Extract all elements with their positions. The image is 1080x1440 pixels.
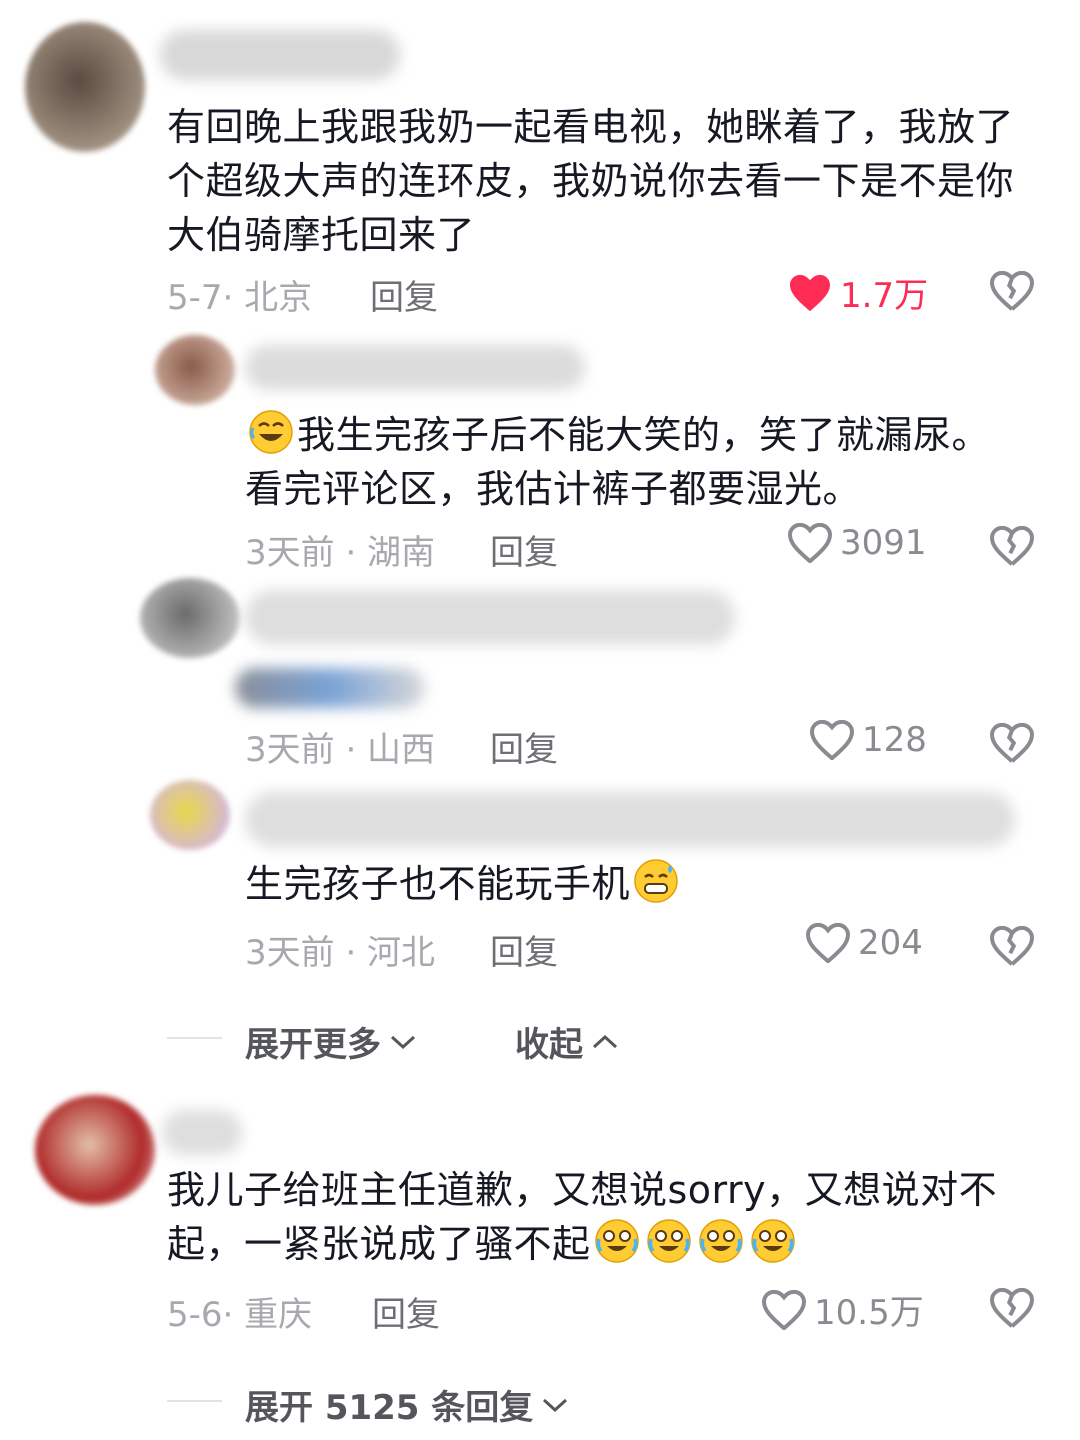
dislike-button[interactable] <box>988 720 1036 766</box>
heart-icon <box>806 923 850 963</box>
collapse-button[interactable]: 收起 <box>515 1017 619 1066</box>
comment-meta: 3天前 · 河北 <box>245 933 436 973</box>
divider <box>167 1400 222 1402</box>
comment-meta: 3天前 · 湖南 <box>245 533 436 573</box>
avatar[interactable] <box>140 578 240 658</box>
crying-laughing-emoji-icon <box>646 1219 691 1263</box>
laughing-emoji-icon <box>249 410 293 454</box>
divider <box>167 1037 222 1039</box>
comment-meta: 3天前 · 山西 <box>245 730 436 770</box>
like-count: 3091 <box>840 523 927 563</box>
like-button[interactable]: 204 <box>806 923 923 963</box>
comment-text: 生完孩子也不能玩手机 <box>245 857 1005 911</box>
heart-icon <box>790 274 830 311</box>
comment-text-content: 生完孩子也不能玩手机 <box>245 862 631 906</box>
like-button[interactable]: 3091 <box>788 523 927 563</box>
chevron-up-icon <box>592 1034 618 1048</box>
username[interactable] <box>160 30 400 80</box>
dislike-button[interactable] <box>988 923 1036 969</box>
laughing-emoji-icon <box>634 859 678 903</box>
dislike-button[interactable] <box>988 268 1036 314</box>
heart-icon <box>810 720 854 760</box>
avatar[interactable] <box>35 1095 155 1205</box>
like-count: 204 <box>858 923 923 963</box>
username[interactable] <box>245 345 585 390</box>
like-button[interactable]: 10.5万 <box>762 1285 924 1334</box>
collapse-label: 收起 <box>515 1025 583 1065</box>
reply-button[interactable]: 回复 <box>490 525 558 574</box>
username[interactable] <box>162 1110 242 1155</box>
expand-replies-button[interactable]: 展开 5125 条回复 <box>245 1380 569 1429</box>
crying-laughing-emoji-icon <box>698 1219 743 1263</box>
comment-text: 我儿子给班主任道歉，又想说sorry，又想说对不起，一紧张说成了骚不起 <box>167 1163 1027 1271</box>
broken-heart-icon <box>990 1288 1034 1328</box>
comment-text-content: 我生完孩子后不能大笑的，笑了就漏尿。看完评论区，我估计裤子都要湿光。 <box>245 413 991 511</box>
comment-text: 我生完孩子后不能大笑的，笑了就漏尿。看完评论区，我估计裤子都要湿光。 <box>245 408 1005 516</box>
like-count: 10.5万 <box>814 1293 924 1333</box>
like-count: 128 <box>862 720 927 760</box>
username[interactable] <box>245 590 735 645</box>
crying-laughing-emoji-icon <box>594 1219 639 1263</box>
dislike-button[interactable] <box>988 1285 1036 1331</box>
broken-heart-icon <box>990 723 1034 763</box>
redacted-text <box>235 668 425 708</box>
chevron-down-icon <box>543 1398 568 1412</box>
crying-laughing-emoji-icon <box>750 1219 795 1263</box>
comment-text-content: 我儿子给班主任道歉，又想说sorry，又想说对不起，一紧张说成了骚不起 <box>167 1168 998 1266</box>
reply-button[interactable]: 回复 <box>490 925 558 974</box>
expand-replies-label: 展开 5125 条回复 <box>245 1388 534 1428</box>
reply-button[interactable]: 回复 <box>372 1287 440 1336</box>
avatar[interactable] <box>155 335 235 405</box>
broken-heart-icon <box>990 526 1034 566</box>
heart-icon <box>762 1289 806 1330</box>
reply-button[interactable]: 回复 <box>370 270 438 319</box>
reply-button[interactable]: 回复 <box>490 722 558 771</box>
expand-more-button[interactable]: 展开更多 <box>245 1017 417 1066</box>
chevron-down-icon <box>390 1035 416 1049</box>
comment-text: 有回晚上我跟我奶一起看电视，她眯着了，我放了个超级大声的连环皮，我奶说你去看一下… <box>167 105 1015 257</box>
broken-heart-icon <box>990 926 1034 966</box>
dislike-button[interactable] <box>988 523 1036 569</box>
comment-meta: 5-6· 重庆 <box>167 1295 313 1335</box>
like-button[interactable]: 1.7万 <box>788 268 928 317</box>
like-button[interactable]: 128 <box>810 720 927 760</box>
expand-more-label: 展开更多 <box>245 1025 381 1065</box>
avatar[interactable] <box>25 22 145 152</box>
like-count: 1.7万 <box>840 276 929 316</box>
username[interactable] <box>245 792 1015 847</box>
comment-meta: 5-7· 北京 <box>167 278 313 318</box>
heart-icon <box>788 523 832 563</box>
avatar[interactable] <box>150 780 230 850</box>
broken-heart-icon <box>990 271 1034 311</box>
